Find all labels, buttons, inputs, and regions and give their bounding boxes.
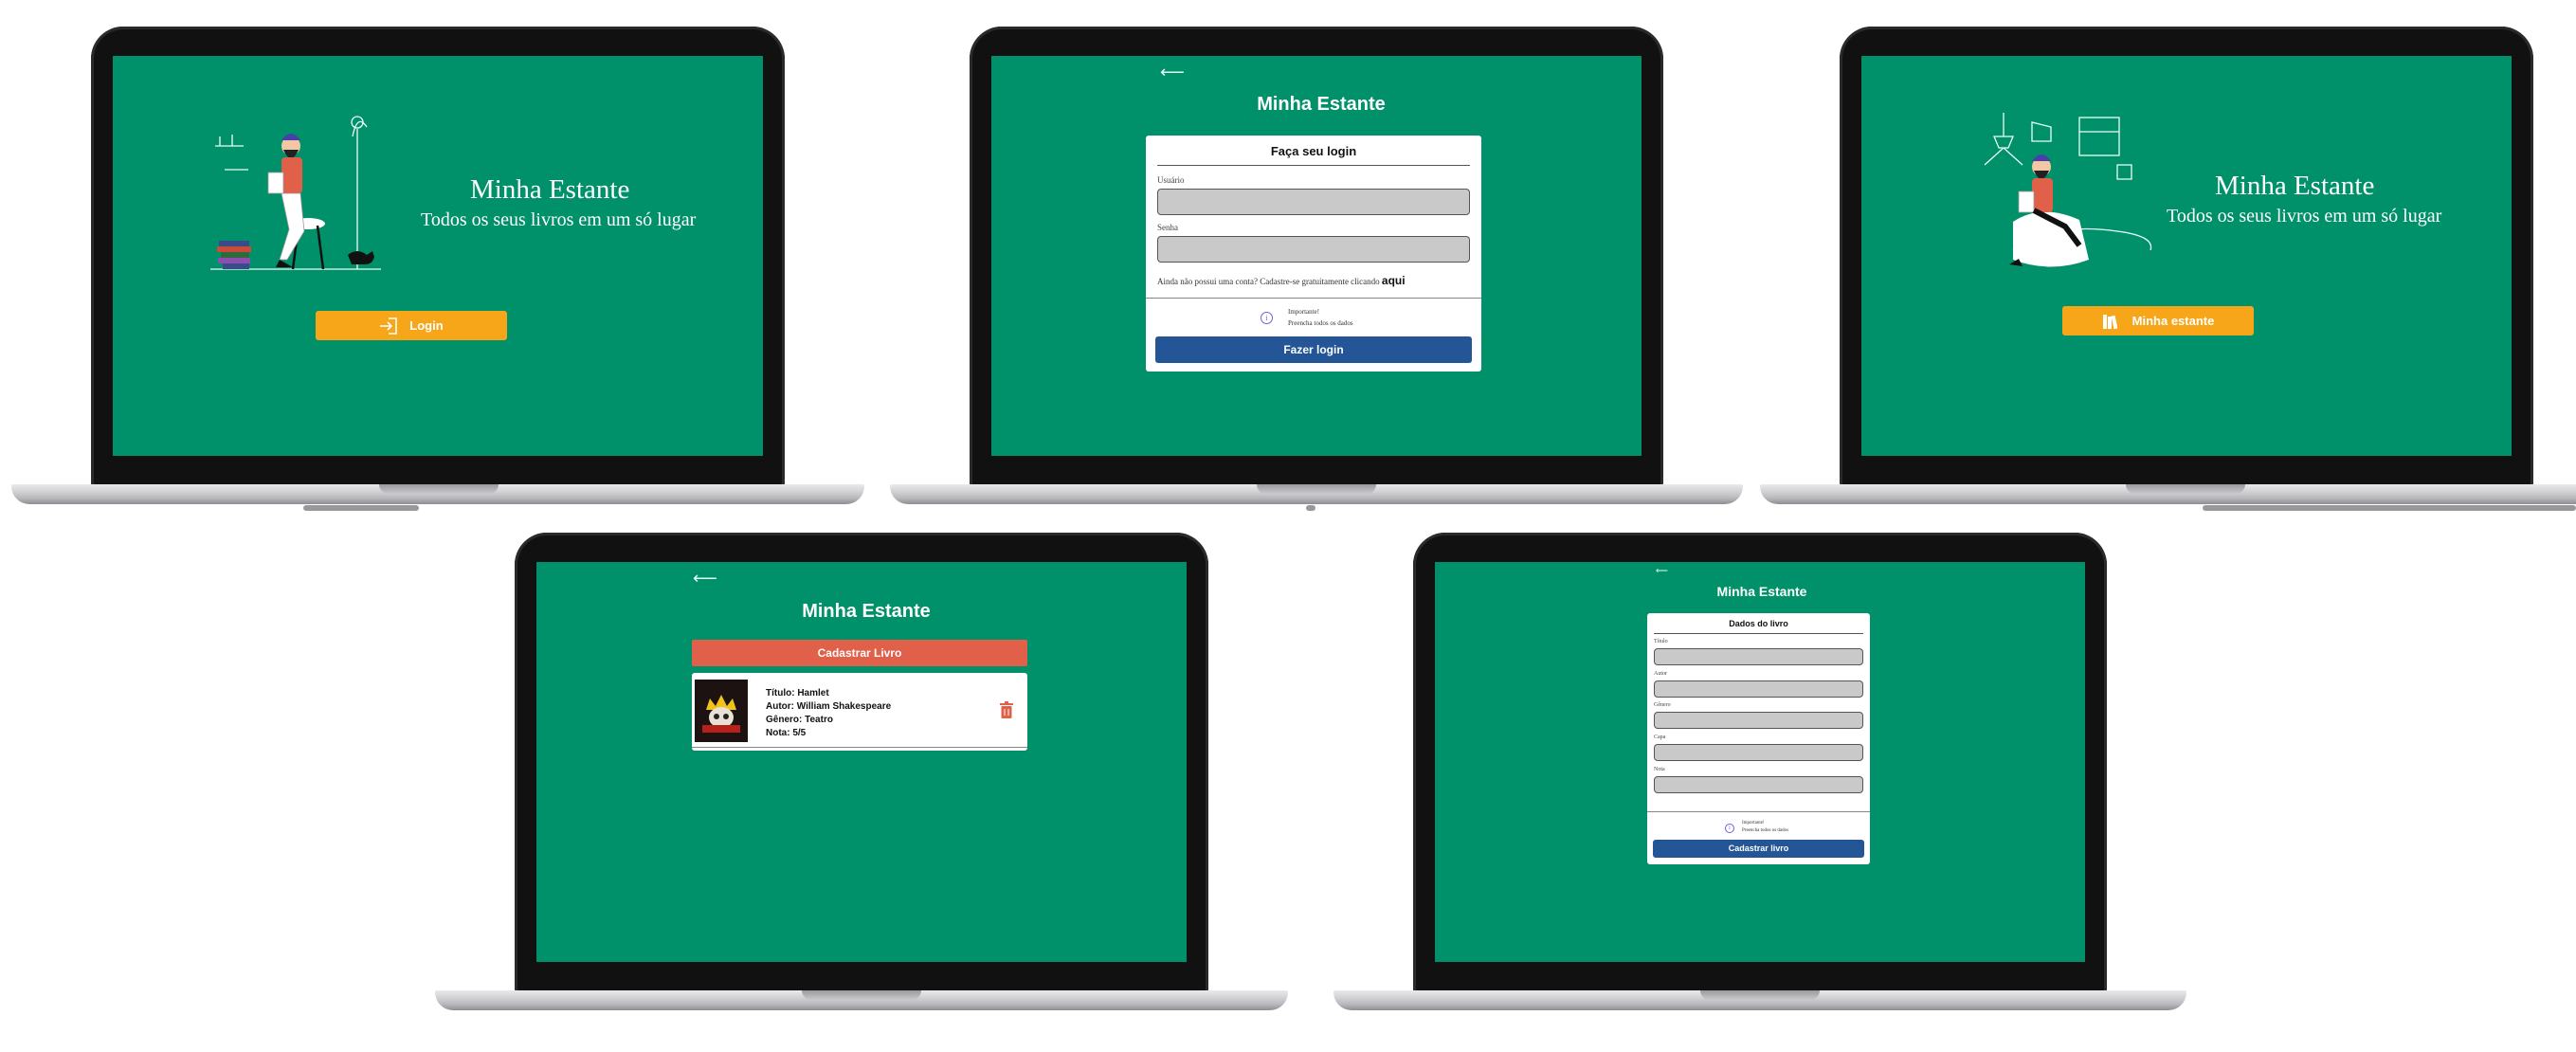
- laptop-book-form: ⟵ Minha Estante Dados do livro Título Au…: [0, 0, 2576, 1052]
- rating-input[interactable]: [1654, 776, 1863, 793]
- author-input[interactable]: [1654, 680, 1863, 698]
- screen-book-form: ⟵ Minha Estante Dados do livro Título Au…: [1435, 562, 2085, 962]
- divider: [1647, 811, 1870, 812]
- genre-label: Gênero: [1654, 702, 1671, 708]
- add-book-submit-button[interactable]: Cadastrar livro: [1653, 840, 1864, 858]
- book-form-card: Dados do livro Título Autor Gênero Capa …: [1647, 613, 1870, 864]
- notice-text: Preencha todos os dados: [1742, 828, 1789, 833]
- app-title: Minha Estante: [1716, 584, 1807, 599]
- title-input[interactable]: [1654, 648, 1863, 665]
- cover-label: Capa: [1654, 735, 1666, 740]
- book-form-title: Dados do livro: [1729, 619, 1788, 628]
- divider: [1654, 633, 1863, 634]
- rating-label: Nota: [1654, 767, 1665, 772]
- info-icon: i: [1725, 824, 1734, 833]
- cover-input[interactable]: [1654, 744, 1863, 761]
- title-label: Título: [1654, 639, 1668, 644]
- genre-input[interactable]: [1654, 712, 1863, 729]
- laptop-notch: [1700, 990, 1820, 1000]
- back-arrow-icon[interactable]: ⟵: [1656, 567, 1668, 575]
- author-label: Autor: [1654, 671, 1667, 677]
- notice-title: Importante!: [1742, 821, 1765, 825]
